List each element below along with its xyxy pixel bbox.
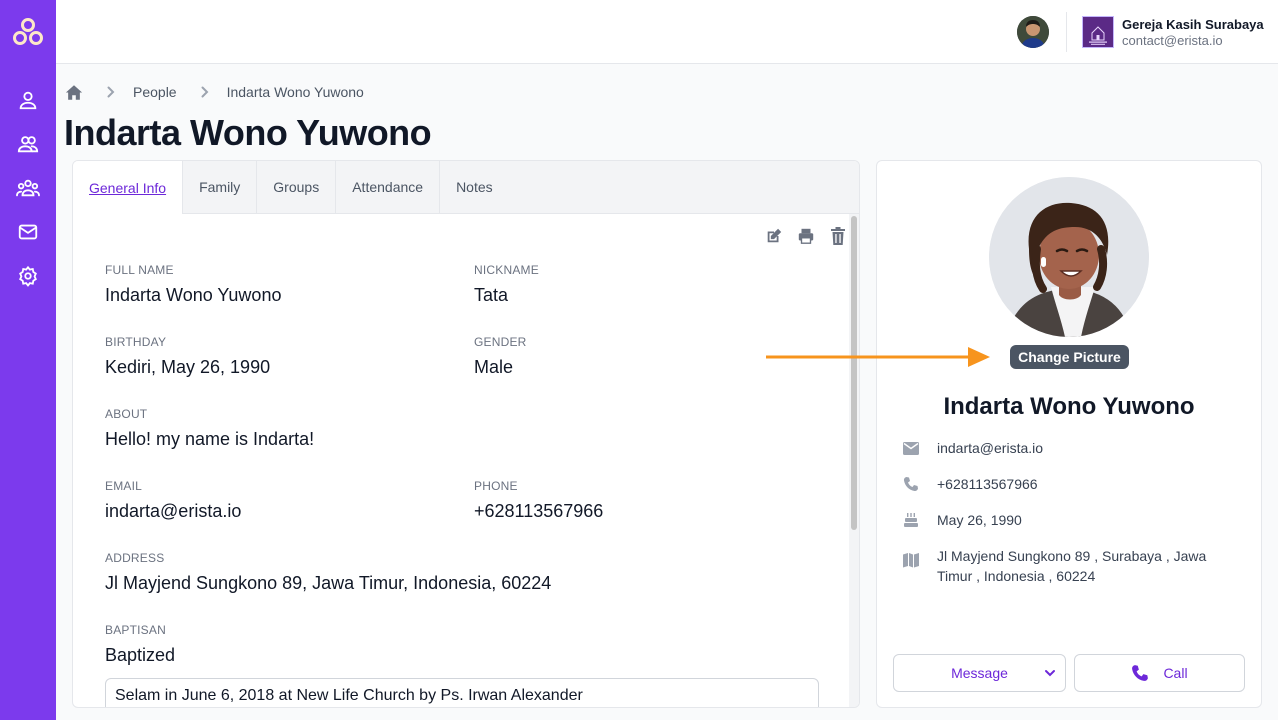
full-name-label: FULL NAME [105,263,174,277]
profile-card: Change Picture Indarta Wono Yuwono indar… [876,160,1262,708]
breadcrumb-people[interactable]: People [133,84,177,100]
mail-icon [903,440,919,456]
edit-icon[interactable] [765,227,783,245]
print-icon[interactable] [797,227,815,245]
sidebar-item-groups[interactable] [0,166,56,210]
people-icon [17,136,39,153]
phone-label: PHONE [474,479,518,493]
message-button[interactable]: Message [893,654,1066,692]
annotation-arrow [764,346,994,368]
contact-email-text: indarta@erista.io [937,440,1044,456]
gender-label: GENDER [474,335,527,349]
breadcrumb-home[interactable] [65,84,83,101]
contact-phone: +628113567966 [903,474,1038,494]
tab-general-info[interactable]: General Info [73,161,184,214]
sidebar-item-people[interactable] [0,122,56,166]
email-label: EMAIL [105,479,143,493]
sidebar [0,0,56,720]
cake-icon [903,512,919,528]
home-icon [65,84,83,100]
card-toolbar [765,227,847,245]
tab-groups[interactable]: Groups [257,161,337,213]
birthday-label: BIRTHDAY [105,335,167,349]
sidebar-item-messages[interactable] [0,210,56,254]
sidebar-item-settings[interactable] [0,254,56,298]
user-avatar[interactable] [1017,16,1049,48]
address-label: ADDRESS [105,551,165,565]
baptism-note-box: Selam in June 6, 2018 at New Life Church… [105,678,819,707]
person-icon [19,91,37,110]
person-detail-card: General Info Family Groups Attendance No… [72,160,860,708]
nickname-value: Tata [474,285,509,305]
baptism-value: Baptized [105,645,176,665]
birthday-value: Kediri, May 26, 1990 [105,357,271,377]
full-name-value: Indarta Wono Yuwono [105,285,282,305]
about-label: ABOUT [105,407,148,421]
tab-family[interactable]: Family [183,161,258,213]
sidebar-item-profile[interactable] [0,78,56,122]
gender-value: Male [474,357,514,377]
top-bar: Gereja Kasih Surabaya contact@erista.io [56,0,1278,64]
address-line-1: Jl Mayjend Sungkono 89 , Surabaya , Jawa [937,548,1207,564]
message-button-label: Message [951,665,1008,681]
breadcrumb-current: Indarta Wono Yuwono [226,84,364,100]
profile-avatar[interactable] [989,177,1149,337]
call-button-label: Call [1163,665,1188,681]
chevron-right-icon [107,86,115,98]
phone-icon [1131,664,1149,682]
org-name: Gereja Kasih Surabaya [1122,17,1264,32]
tab-bar: General Info Family Groups Attendance No… [73,161,859,214]
chevron-down-icon[interactable] [1043,666,1057,683]
phone-value: +628113567966 [474,501,604,521]
org-logo[interactable] [1082,16,1114,48]
call-button[interactable]: Call [1074,654,1245,692]
mail-icon [18,224,38,240]
map-icon [903,552,919,568]
scrollbar-thumb[interactable] [851,216,857,530]
org-email: contact@erista.io [1122,33,1223,48]
topbar-divider [1066,12,1067,52]
about-value: Hello! my name is Indarta! [105,429,315,449]
breadcrumb: People Indarta Wono Yuwono [65,83,364,101]
tab-attendance[interactable]: Attendance [336,161,441,213]
group-icon [16,179,40,197]
delete-icon[interactable] [829,227,847,245]
phone-icon [903,476,919,492]
contact-address-text: Jl Mayjend Sungkono 89 , Surabaya , Jawa… [937,546,1206,586]
profile-name: Indarta Wono Yuwono [943,393,1195,420]
sidebar-nav [0,78,56,298]
contact-birthday: May 26, 1990 [903,510,1022,530]
app-logo[interactable] [12,16,44,48]
contact-address: Jl Mayjend Sungkono 89 , Surabaya , Jawa… [903,546,1206,586]
address-line-2: Timur , Indonesia , 60224 [937,568,1096,584]
change-picture-button[interactable]: Change Picture [1010,345,1129,369]
address-value: Jl Mayjend Sungkono 89, Jawa Timur, Indo… [105,573,552,593]
contact-birthday-text: May 26, 1990 [937,512,1022,528]
nickname-label: NICKNAME [474,263,539,277]
content-scrollbar[interactable] [849,214,859,707]
contact-phone-text: +628113567966 [937,476,1038,492]
baptism-label: BAPTISAN [105,623,166,637]
chevron-right-icon [201,86,209,98]
contact-email: indarta@erista.io [903,438,1043,458]
email-value: indarta@erista.io [105,501,242,521]
settings-icon [19,265,37,287]
page-title: Indarta Wono Yuwono [64,112,432,153]
tab-notes[interactable]: Notes [440,161,509,213]
